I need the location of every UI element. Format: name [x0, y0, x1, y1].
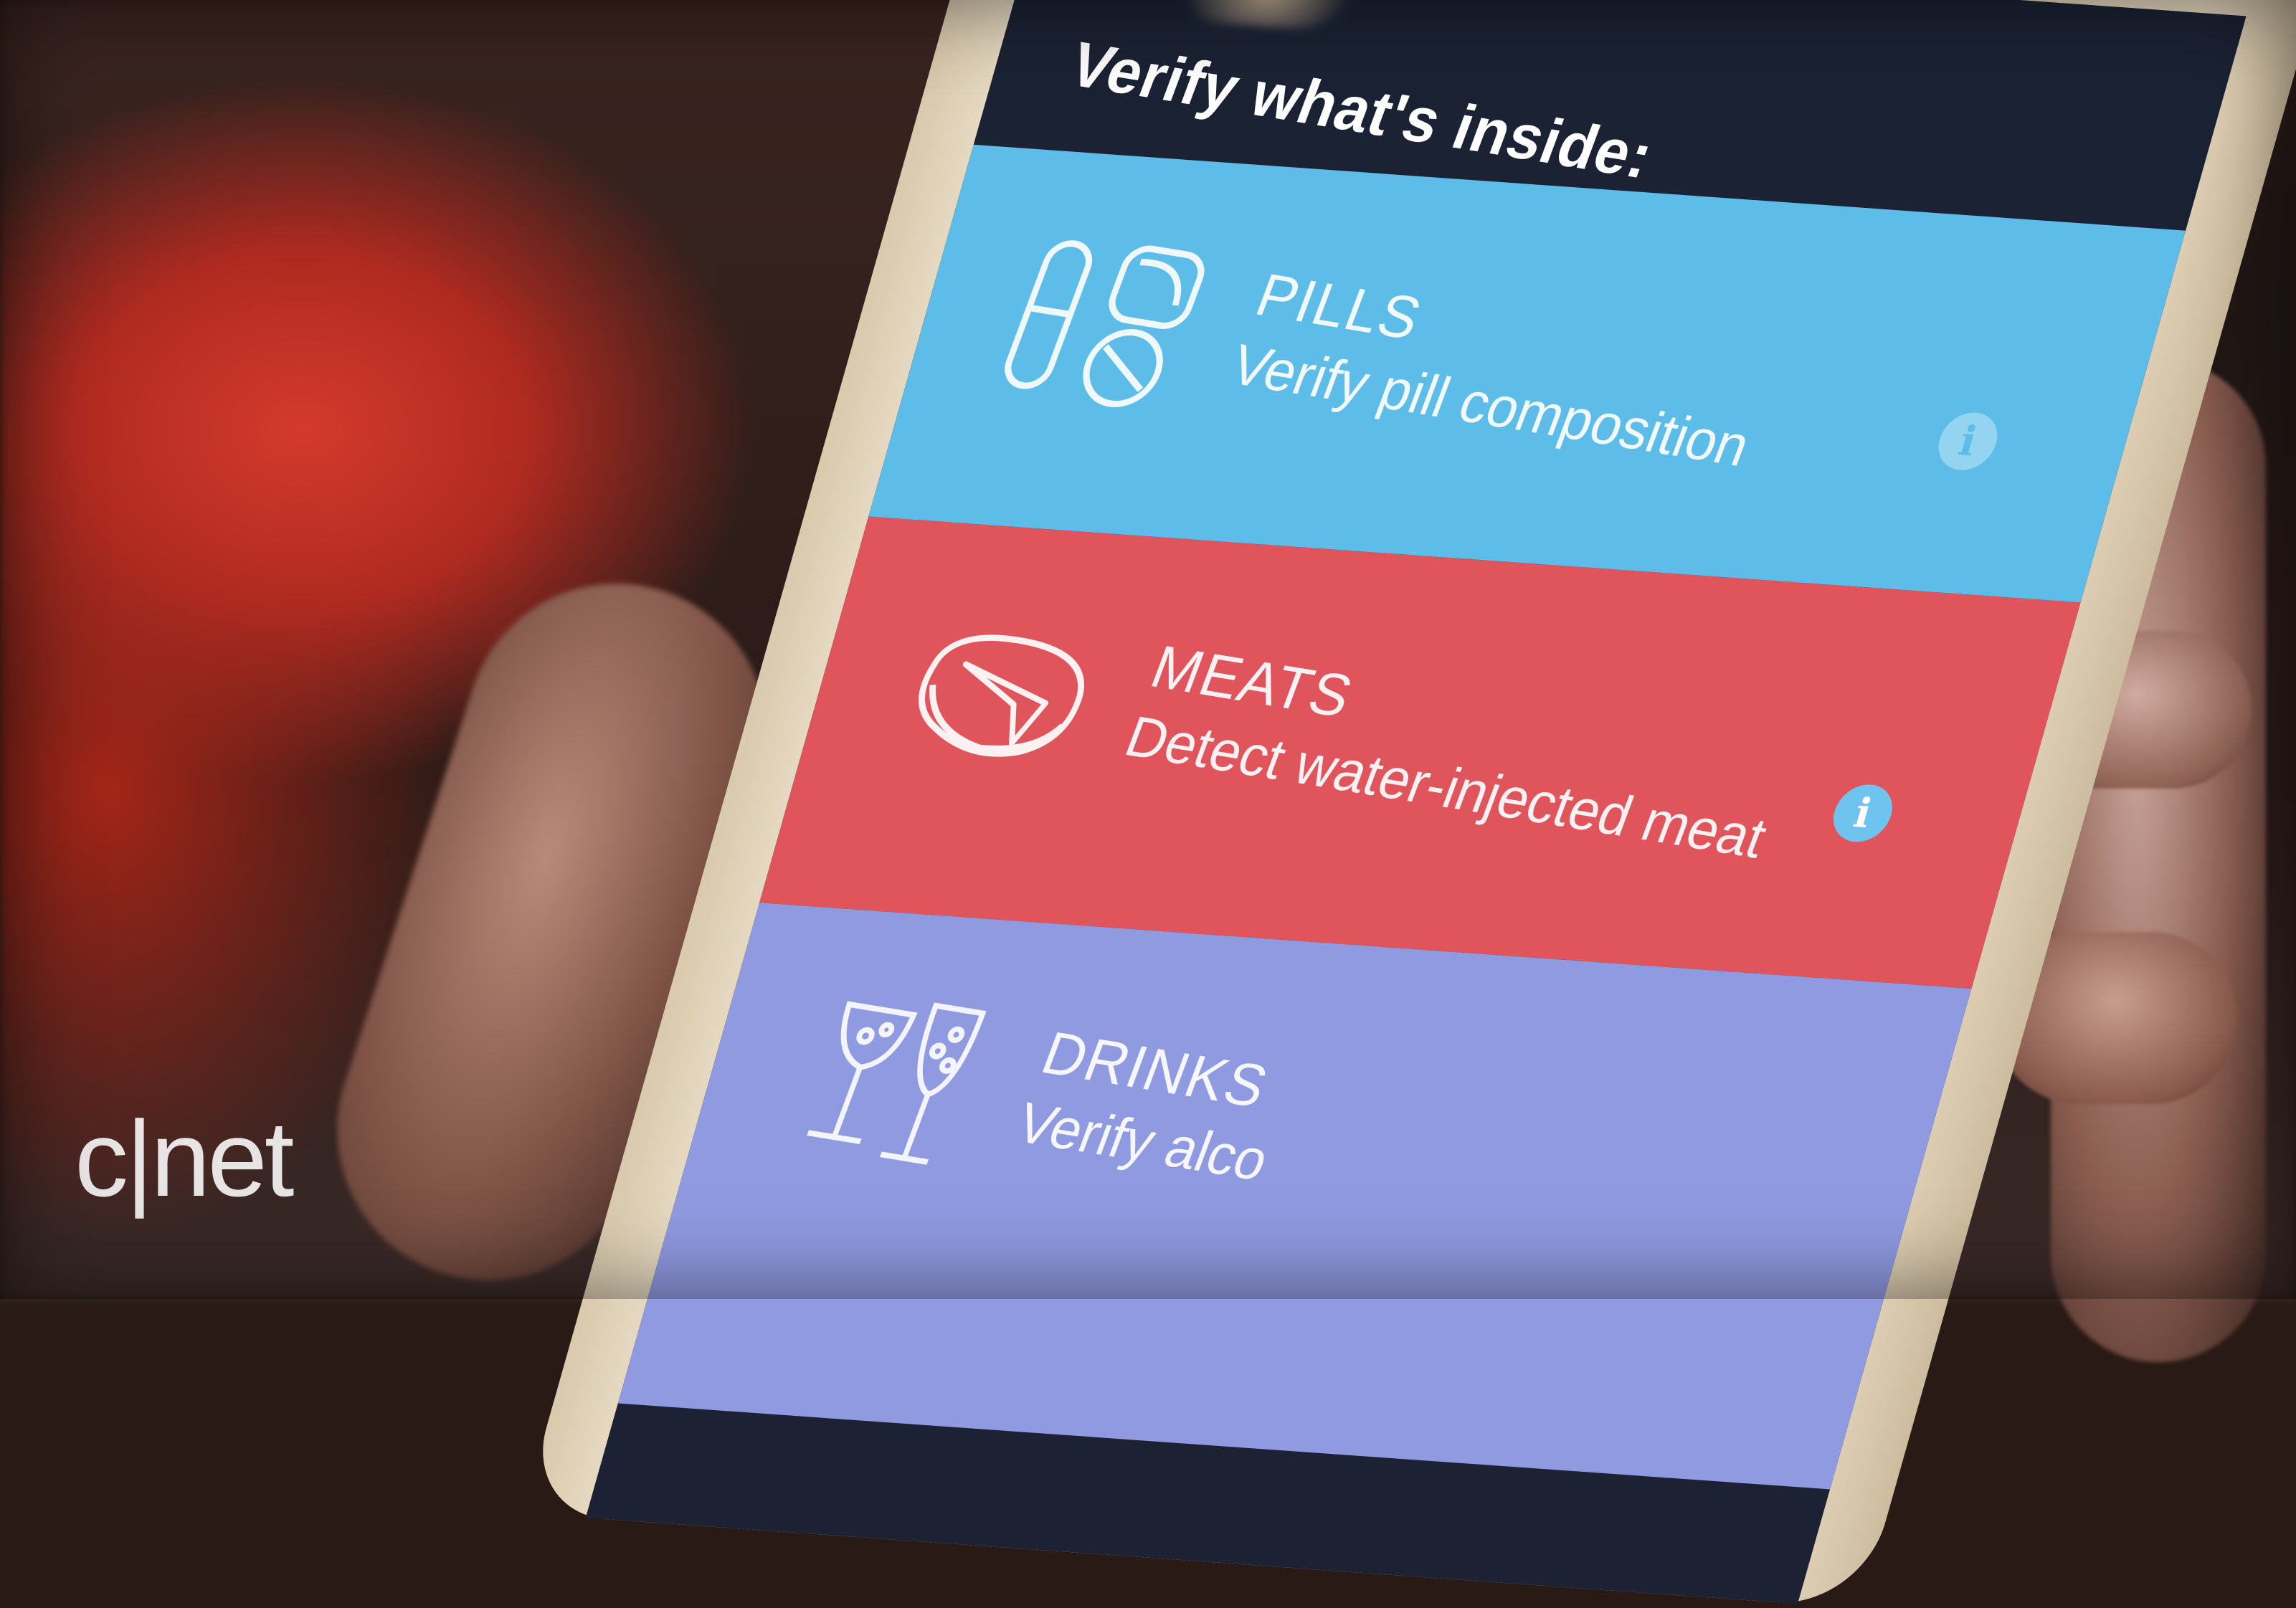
- meat-icon: [919, 634, 1084, 757]
- card-meats-text: MEATS Detect water-injected meat: [1117, 633, 1851, 877]
- drinks-icon: [807, 1001, 987, 1165]
- card-drinks[interactable]: DRINKS Verify alco: [617, 903, 1972, 1490]
- card-drinks-content: DRINKS Verify alco: [618, 903, 1937, 1489]
- earpiece-glare: [1174, 0, 1370, 33]
- cnet-watermark-logo: c|net: [75, 1098, 294, 1219]
- pills-icon: [1005, 240, 1205, 408]
- card-pills-text: PILLS Verify pill composition: [1222, 261, 1956, 505]
- card-drinks-text: DRINKS Verify alco: [1008, 1019, 1742, 1263]
